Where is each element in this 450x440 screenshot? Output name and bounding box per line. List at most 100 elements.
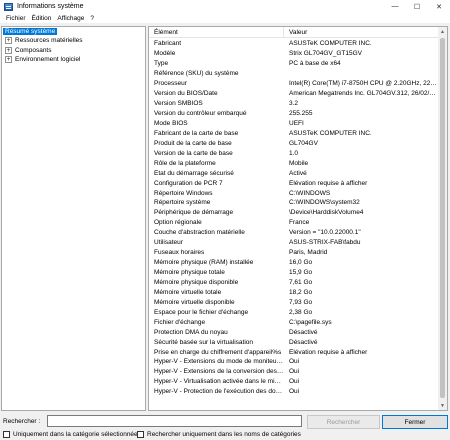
- table-row[interactable]: Mémoire physique totale 15,9 Go: [149, 268, 438, 278]
- table-row[interactable]: Mémoire virtuelle totale 18,2 Go: [149, 287, 438, 297]
- table-row[interactable]: Hyper-V - Virtualisation activée dans le…: [149, 377, 438, 387]
- table-row[interactable]: Protection DMA du noyau Désactivé: [149, 327, 438, 337]
- cell-element: État du démarrage sécurisé: [154, 169, 234, 177]
- cell-value: PC à base de x64: [289, 60, 341, 68]
- cell-element: Fabricant: [154, 40, 182, 48]
- scroll-down-icon[interactable]: ▼: [438, 401, 447, 410]
- table-row[interactable]: Version du BIOS/Date American Megatrends …: [149, 89, 438, 99]
- cell-value: C:\pagefile.sys: [289, 318, 332, 326]
- menu-edition[interactable]: Édition: [29, 15, 55, 22]
- cell-element: Utilisateur: [154, 239, 183, 247]
- cell-value: Intel(R) Core(TM) i7-8750H CPU @ 2.20GHz…: [289, 80, 438, 88]
- close-window-button[interactable]: ✕: [428, 0, 450, 13]
- expand-icon[interactable]: +: [5, 37, 12, 45]
- minimize-button[interactable]: —: [384, 0, 406, 13]
- cell-value: 16,0 Go: [289, 259, 313, 267]
- maximize-button[interactable]: ☐: [406, 0, 428, 13]
- checkbox-category-names[interactable]: [137, 431, 144, 438]
- table-row[interactable]: Produit de la carte de base GL704GV: [149, 138, 438, 148]
- option-selected-category[interactable]: Uniquement dans la catégorie sélectionné…: [3, 431, 138, 438]
- table-row[interactable]: Mode BIOS UEFI: [149, 119, 438, 129]
- table-row[interactable]: Hyper-V - Extensions du mode de moniteur…: [149, 357, 438, 367]
- cell-element: Mémoire virtuelle totale: [154, 288, 222, 296]
- cell-value: 1.0: [289, 149, 299, 157]
- table-row[interactable]: Mémoire physique (RAM) installée 16,0 Go: [149, 258, 438, 268]
- cell-value: 255.255: [289, 110, 313, 118]
- expand-icon[interactable]: +: [5, 56, 12, 64]
- cell-element: Configuration de PCR 7: [154, 179, 223, 187]
- table-row[interactable]: Mémoire virtuelle disponible 7,93 Go: [149, 297, 438, 307]
- cell-element: Version de la carte de base: [154, 149, 233, 157]
- cell-element: Mémoire virtuelle disponible: [154, 298, 235, 306]
- scroll-thumb[interactable]: [440, 38, 445, 398]
- column-header-value[interactable]: Valeur: [284, 27, 438, 38]
- cell-element: Rôle de la plateforme: [154, 159, 216, 167]
- tree-item-label: Environnement logiciel: [15, 56, 81, 64]
- cell-element: Répertoire Windows: [154, 189, 213, 197]
- table-row[interactable]: Fabricant de la carte de base ASUSTeK COM…: [149, 128, 438, 138]
- table-row[interactable]: Utilisateur ASUS-STRIX-FAB\fabdu: [149, 238, 438, 248]
- cell-value: 3.2: [289, 100, 299, 108]
- table-row[interactable]: Hyper-V - Protection de l'exécution des …: [149, 387, 438, 397]
- cell-value: ASUSTeK COMPUTER INC.: [289, 40, 372, 48]
- close-button[interactable]: Fermer: [382, 415, 448, 429]
- table-row[interactable]: Version de la carte de base 1.0: [149, 148, 438, 158]
- table-row[interactable]: Modèle Strix GL704GV_GT15GV: [149, 49, 438, 59]
- table-row[interactable]: Hyper-V - Extensions de la conversion de…: [149, 367, 438, 377]
- table-row[interactable]: Sécurité basée sur la virtualisation Désa…: [149, 337, 438, 347]
- table-row[interactable]: Configuration de PCR 7 Élévation requise …: [149, 178, 438, 188]
- vertical-scrollbar[interactable]: ▲ ▼: [438, 27, 447, 410]
- table-row[interactable]: Fichier d'échange C:\pagefile.sys: [149, 317, 438, 327]
- search-input[interactable]: [47, 415, 302, 427]
- table-row[interactable]: Version du contrôleur embarqué 255.255: [149, 109, 438, 119]
- menu-bar: Fichier Édition Affichage ?: [0, 13, 450, 23]
- cell-element: Option régionale: [154, 219, 202, 227]
- table-row[interactable]: Référence (SKU) du système: [149, 69, 438, 79]
- table-row[interactable]: Processeur Intel(R) Core(TM) i7-8750H CPU…: [149, 79, 438, 89]
- table-row[interactable]: Type PC à base de x64: [149, 59, 438, 69]
- cell-value: Paris, Madrid: [289, 249, 328, 257]
- menu-help[interactable]: ?: [87, 15, 97, 22]
- column-header-element[interactable]: Élément: [149, 27, 284, 38]
- table-row[interactable]: Périphérique de démarrage \Device\Harddis…: [149, 208, 438, 218]
- cell-element: Hyper-V - Extensions de la conversion de…: [154, 368, 284, 376]
- cell-value: Élévation requise à afficher: [289, 179, 368, 187]
- option-category-names[interactable]: Rechercher uniquement dans les noms de c…: [137, 431, 301, 438]
- table-row[interactable]: Couche d'abstraction matérielle Version =…: [149, 228, 438, 238]
- expand-icon[interactable]: +: [5, 46, 12, 54]
- category-tree: Résumé système + Ressources matérielles …: [1, 26, 146, 411]
- table-row[interactable]: Option régionale France: [149, 218, 438, 228]
- tree-item-software-environment[interactable]: + Environnement logiciel: [2, 55, 145, 64]
- scroll-up-icon[interactable]: ▲: [438, 27, 447, 36]
- cell-value: Oui: [289, 388, 300, 396]
- window-title: Informations système: [17, 3, 84, 10]
- search-button[interactable]: Rechercher: [307, 415, 380, 429]
- table-row[interactable]: État du démarrage sécurisé Activé: [149, 168, 438, 178]
- table-row[interactable]: Rôle de la plateforme Mobile: [149, 158, 438, 168]
- table-row[interactable]: Répertoire Windows C:\WINDOWS: [149, 188, 438, 198]
- table-row[interactable]: Espace pour le fichier d'échange 2,38 Go: [149, 307, 438, 317]
- table-row[interactable]: Mémoire physique disponible 7,61 Go: [149, 278, 438, 288]
- search-label: Rechercher :: [3, 418, 41, 425]
- menu-affichage[interactable]: Affichage: [54, 15, 87, 22]
- tree-item-hardware-resources[interactable]: + Ressources matérielles: [2, 36, 145, 45]
- checkbox-selected-category[interactable]: [3, 431, 10, 438]
- tree-item-components[interactable]: + Composants: [2, 46, 145, 55]
- table-row[interactable]: Répertoire système C:\WINDOWS\system32: [149, 198, 438, 208]
- table-row[interactable]: Prise en charge du chiffrement d'apparei…: [149, 347, 438, 357]
- table-row[interactable]: Version SMBIOS 3.2: [149, 99, 438, 109]
- title-bar: Informations système — ☐ ✕: [0, 0, 450, 13]
- cell-element: Version du BIOS/Date: [154, 90, 218, 98]
- tree-item-system-summary[interactable]: Résumé système: [2, 27, 145, 36]
- table-row[interactable]: Fuseaux horaires Paris, Madrid: [149, 248, 438, 258]
- cell-element: Fichier d'échange: [154, 318, 206, 326]
- cell-value: ASUS-STRIX-FAB\fabdu: [289, 239, 361, 247]
- cell-element: Version du contrôleur embarqué: [154, 110, 247, 118]
- cell-value: 7,61 Go: [289, 278, 313, 286]
- tree-item-label: Ressources matérielles: [15, 37, 83, 45]
- list-body: Fabricant ASUSTeK COMPUTER INC. Modèle Stri…: [149, 39, 438, 397]
- cell-value: American Megatrends Inc. GL704GV.312, 26…: [289, 90, 438, 98]
- cell-element: Hyper-V - Virtualisation activée dans le…: [154, 378, 284, 386]
- menu-fichier[interactable]: Fichier: [3, 15, 29, 22]
- table-row[interactable]: Fabricant ASUSTeK COMPUTER INC.: [149, 39, 438, 49]
